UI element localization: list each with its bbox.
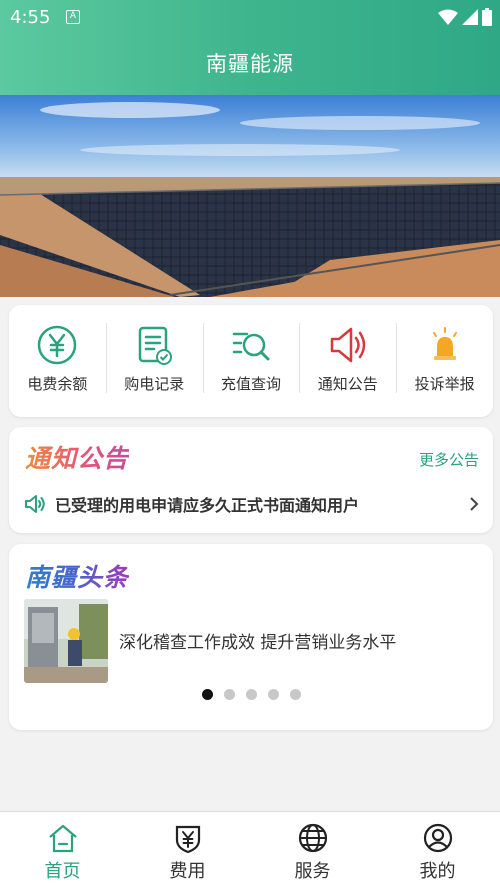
carousel-dot[interactable]: [223, 689, 235, 700]
tab-mine[interactable]: 我的: [375, 812, 500, 888]
more-notices-link[interactable]: 更多公告: [419, 449, 479, 470]
quick-action-label: 通知公告: [317, 375, 378, 393]
news-image: [24, 599, 108, 683]
wifi-icon: [438, 9, 458, 25]
tab-label: 费用: [169, 861, 206, 882]
notice-item[interactable]: 已受理的用电申请应多久正式书面通知用户: [23, 489, 481, 519]
yuan-shield-icon: [175, 825, 200, 854]
speaker-icon: [25, 495, 45, 513]
user-icon: [423, 823, 452, 853]
speaker-icon: [330, 327, 366, 363]
carousel-dot[interactable]: [267, 689, 279, 700]
globe-icon: [298, 823, 327, 853]
news-headline[interactable]: 深化稽查工作成效 提升营销业务水平: [119, 628, 396, 653]
quick-actions-card: 电费余额 购电记录 充值查询 通知公告 投诉举报: [9, 305, 493, 417]
tab-fees[interactable]: 费用: [125, 812, 250, 888]
quick-action-purchase-record[interactable]: 购电记录: [105, 305, 203, 417]
app-header: 4:55 A 南疆能源: [0, 0, 500, 95]
carousel-dot[interactable]: [201, 689, 213, 700]
list-search-icon: [232, 332, 270, 361]
quick-action-notice[interactable]: 通知公告: [299, 305, 396, 417]
news-title: 南疆头条: [25, 558, 129, 594]
tab-label: 我的: [419, 861, 456, 882]
news-thumbnail[interactable]: [24, 599, 108, 683]
signal-icon: [462, 9, 478, 25]
yuan-circle-icon: [38, 325, 77, 365]
quick-action-label: 购电记录: [124, 375, 185, 393]
carousel-indicator: [9, 689, 493, 700]
chevron-right-icon: [470, 497, 479, 511]
notice-card: 通知公告 更多公告 已受理的用电申请应多久正式书面通知用户: [9, 427, 493, 533]
page-title: 南疆能源: [206, 52, 294, 76]
status-time: 4:55: [10, 7, 51, 28]
carousel-dot[interactable]: [289, 689, 301, 700]
quick-action-label: 充值查询: [220, 375, 281, 393]
tab-label: 首页: [44, 861, 81, 882]
carousel-dot[interactable]: [245, 689, 257, 700]
status-icons: [438, 8, 492, 26]
status-bar: 4:55 A: [0, 0, 500, 34]
notice-item-text: 已受理的用电申请应多久正式书面通知用户: [55, 496, 360, 515]
quick-action-complaint[interactable]: 投诉举报: [396, 305, 493, 417]
news-card: 南疆头条 深化稽查工作成效 提升营销业务水平: [9, 544, 493, 730]
home-icon: [48, 824, 77, 853]
quick-action-label: 投诉举报: [414, 375, 475, 393]
notice-title: 通知公告: [25, 439, 129, 475]
bottom-tab-bar: 首页 费用 服务 我的: [0, 811, 500, 888]
notification-icon: A: [66, 10, 80, 24]
quick-action-balance[interactable]: 电费余额: [9, 305, 106, 417]
battery-icon: [482, 8, 492, 26]
document-check-icon: [138, 326, 173, 365]
tab-home[interactable]: 首页: [0, 812, 125, 888]
solar-panel-banner[interactable]: [0, 95, 500, 297]
tab-label: 服务: [294, 861, 331, 882]
alarm-light-icon: [432, 327, 457, 360]
quick-action-recharge-query[interactable]: 充值查询: [202, 305, 300, 417]
banner-image: [0, 95, 500, 297]
tab-services[interactable]: 服务: [250, 812, 375, 888]
quick-action-label: 电费余额: [27, 375, 88, 393]
